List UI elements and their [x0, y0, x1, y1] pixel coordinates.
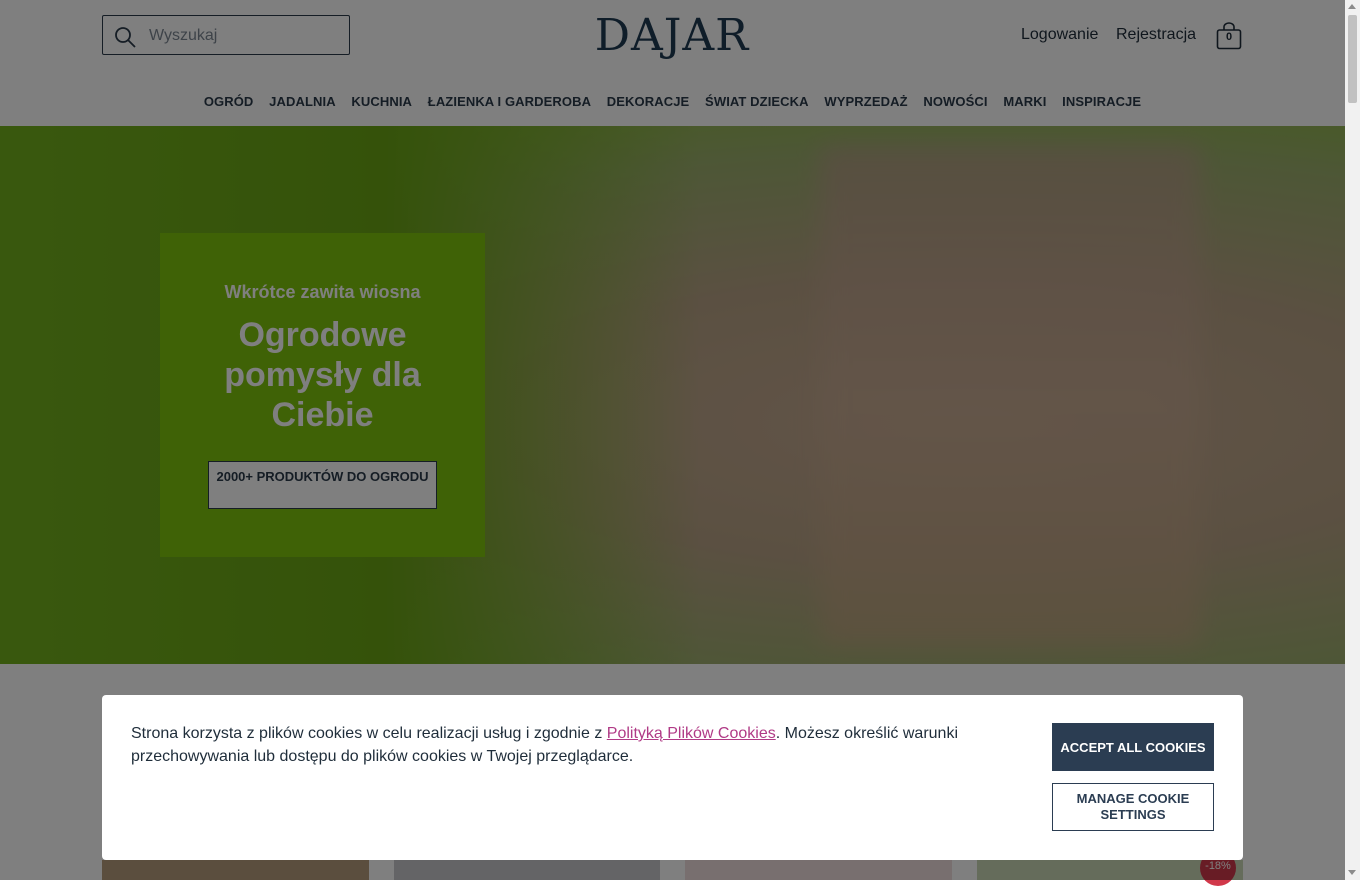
cookie-text-before: Strona korzysta z plików cookies w celu …	[131, 725, 607, 742]
manage-cookies-button[interactable]: MANAGE COOKIE SETTINGS	[1052, 783, 1214, 831]
scroll-down-icon[interactable]	[1348, 870, 1356, 875]
scrollbar-thumb[interactable]	[1348, 15, 1357, 103]
accept-cookies-button[interactable]: ACCEPT ALL COOKIES	[1052, 723, 1214, 771]
scroll-up-icon[interactable]	[1348, 4, 1356, 9]
scrollbar[interactable]	[1345, 0, 1360, 880]
cookie-message: Strona korzysta z plików cookies w celu …	[131, 722, 1051, 768]
cookie-policy-link[interactable]: Polityką Plików Cookies	[607, 725, 776, 742]
cookie-banner: Strona korzysta z plików cookies w celu …	[102, 695, 1243, 860]
